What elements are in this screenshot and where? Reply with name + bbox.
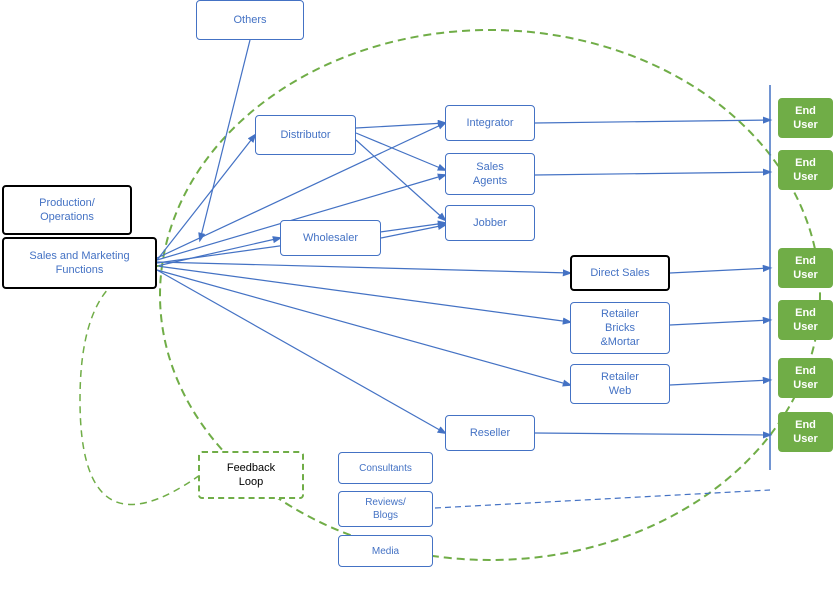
jobber-node: Jobber bbox=[445, 205, 535, 241]
integrator-node: Integrator bbox=[445, 105, 535, 141]
end-user-2-node: EndUser bbox=[778, 150, 833, 190]
reseller-node: Reseller bbox=[445, 415, 535, 451]
sales-marketing-node: Sales and MarketingFunctions bbox=[2, 237, 157, 289]
end-user-1-label: EndUser bbox=[793, 104, 817, 133]
end-user-3-label: EndUser bbox=[793, 254, 817, 283]
distributor-label: Distributor bbox=[280, 128, 330, 142]
wholesaler-node: Wholesaler bbox=[280, 220, 381, 256]
direct-sales-node: Direct Sales bbox=[570, 255, 670, 291]
retailer-bricks-node: RetailerBricks&Mortar bbox=[570, 302, 670, 354]
feedback-loop-node: FeedbackLoop bbox=[198, 451, 304, 499]
end-user-5-label: EndUser bbox=[793, 364, 817, 393]
end-user-4-node: EndUser bbox=[778, 300, 833, 340]
wholesaler-label: Wholesaler bbox=[303, 231, 358, 245]
sales-marketing-label: Sales and MarketingFunctions bbox=[29, 249, 129, 278]
end-user-6-node: EndUser bbox=[778, 412, 833, 452]
end-user-5-node: EndUser bbox=[778, 358, 833, 398]
sales-agents-node: SalesAgents bbox=[445, 153, 535, 195]
others-node: Others bbox=[196, 0, 304, 40]
sales-agents-label: SalesAgents bbox=[473, 160, 507, 189]
media-node: Media bbox=[338, 535, 433, 567]
retailer-bricks-label: RetailerBricks&Mortar bbox=[600, 307, 639, 350]
production-operations-label: Production/Operations bbox=[39, 196, 95, 225]
media-label: Media bbox=[372, 545, 399, 558]
distributor-node: Distributor bbox=[255, 115, 356, 155]
reseller-label: Reseller bbox=[470, 426, 510, 440]
jobber-label: Jobber bbox=[473, 216, 507, 230]
others-label: Others bbox=[233, 13, 266, 27]
end-user-6-label: EndUser bbox=[793, 418, 817, 447]
direct-sales-label: Direct Sales bbox=[590, 266, 649, 280]
end-user-1-node: EndUser bbox=[778, 98, 833, 138]
retailer-web-node: RetailerWeb bbox=[570, 364, 670, 404]
reviews-blogs-label: Reviews/Blogs bbox=[365, 496, 406, 522]
retailer-web-label: RetailerWeb bbox=[601, 370, 639, 399]
end-user-4-label: EndUser bbox=[793, 306, 817, 335]
consultants-label: Consultants bbox=[359, 462, 412, 475]
integrator-label: Integrator bbox=[466, 116, 513, 130]
diagram-container: Others Distributor Wholesaler Integrator… bbox=[0, 0, 840, 589]
end-user-2-label: EndUser bbox=[793, 156, 817, 185]
production-operations-node: Production/Operations bbox=[2, 185, 132, 235]
feedback-loop-label: FeedbackLoop bbox=[227, 461, 275, 490]
reviews-blogs-node: Reviews/Blogs bbox=[338, 491, 433, 527]
end-user-3-node: EndUser bbox=[778, 248, 833, 288]
consultants-node: Consultants bbox=[338, 452, 433, 484]
